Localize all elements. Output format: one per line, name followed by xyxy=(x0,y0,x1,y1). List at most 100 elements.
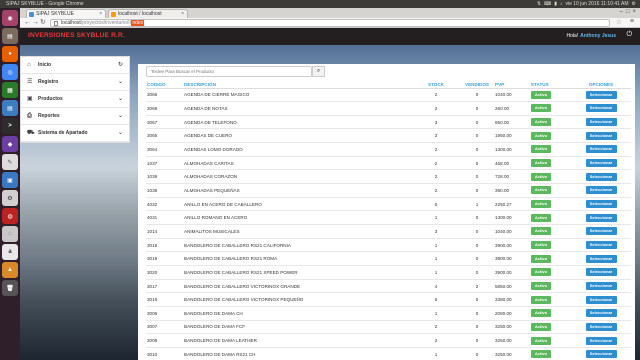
select-button[interactable]: Seleccionar xyxy=(585,104,617,113)
table-row: 3019 BANDOLERO DE CABALLERO RS21 ROMA 1 0 39… xyxy=(146,251,631,267)
table-row: 3010 BANDOLERO DE DAMA RS21 CH 1 0 3250.00 Ac… xyxy=(146,347,631,360)
menu-item-apartado[interactable]: ⛟ Sistema de Apartado ⌄ xyxy=(21,125,129,142)
tab-sipaj[interactable]: SIPAJ SKYBLUE × xyxy=(26,9,106,18)
select-button[interactable]: Seleccionar xyxy=(585,172,617,181)
select-button[interactable]: Seleccionar xyxy=(585,186,617,195)
select-button[interactable]: Seleccionar xyxy=(585,309,617,318)
status-badge: Activo xyxy=(531,145,551,154)
select-button[interactable]: Seleccionar xyxy=(585,336,617,345)
cell-op: Seleccionar xyxy=(571,279,631,294)
url-host: localhost xyxy=(61,20,81,26)
cell-stock: 2 xyxy=(412,156,460,171)
tab-label: SIPAJ SKYBLUE xyxy=(36,11,74,17)
menu-item-reportes[interactable]: ⎙ Reportes ⌄ xyxy=(21,108,129,125)
select-button[interactable]: Seleccionar xyxy=(585,145,617,154)
tab-localhost[interactable]: localhost / localhost × xyxy=(108,9,188,18)
cell-pvp: 1300.00 xyxy=(494,142,530,157)
cell-op: Seleccionar xyxy=(571,183,631,198)
amazon-icon[interactable]: a xyxy=(2,244,18,260)
cell-code: 3008 xyxy=(146,333,183,348)
cell-sold: 0 xyxy=(460,306,494,321)
select-button[interactable]: Seleccionar xyxy=(585,200,617,209)
app-red-icon[interactable]: ◍ xyxy=(2,208,18,224)
battery-icon[interactable]: ▮ xyxy=(554,0,557,8)
menu-item-productos[interactable]: ▣ Productos ⌄ xyxy=(21,91,129,108)
maximize-icon[interactable]: □ xyxy=(626,9,630,15)
menu-item-registro[interactable]: ☰ Registro ⌄ xyxy=(21,74,129,91)
writer-icon[interactable]: ▤ xyxy=(2,100,18,116)
terminal-icon[interactable]: > xyxy=(2,118,18,134)
menu-item-inicio[interactable]: ⌂ Inicio ↻ xyxy=(21,57,129,74)
cell-code: 3067 xyxy=(146,115,183,130)
select-button[interactable]: Seleccionar xyxy=(585,241,617,250)
cell-op: Seleccionar xyxy=(571,292,631,307)
menu-icon[interactable]: ≡ xyxy=(630,18,634,25)
volume-icon[interactable]: ♪ xyxy=(560,0,563,8)
minimize-icon[interactable]: – xyxy=(620,9,623,15)
network-icon[interactable]: ⇅ xyxy=(537,0,541,8)
chrome-icon[interactable]: ◎ xyxy=(2,64,18,80)
firefox-icon[interactable]: ● xyxy=(2,46,18,62)
software-center-icon[interactable]: ▲ xyxy=(2,262,18,278)
select-button[interactable]: Seleccionar xyxy=(585,227,617,236)
select-button[interactable]: Seleccionar xyxy=(585,90,617,99)
cell-status: Activo xyxy=(530,333,571,348)
address-bar: ← → ↻ localhost/proyectos/inventario/Irn… xyxy=(20,18,640,28)
close-window-icon[interactable]: × xyxy=(632,9,636,15)
power-icon[interactable]: ⏻ xyxy=(626,31,632,39)
products-table: CODIGO DESCRIPCIÓN STOCK VENDIDOS PVP ST… xyxy=(146,81,631,360)
cell-sold: 0 xyxy=(460,128,494,144)
table-header-row: CODIGO DESCRIPCIÓN STOCK VENDIDOS PVP ST… xyxy=(146,81,631,89)
search-button[interactable]: ⌕ xyxy=(312,66,325,77)
select-button[interactable]: Seleccionar xyxy=(585,295,617,304)
bookmark-star-icon[interactable]: ☆ xyxy=(616,18,622,26)
clock[interactable]: vie 10 jun 2016 11:10:41 AM xyxy=(566,0,629,8)
select-button[interactable]: Seleccionar xyxy=(585,282,617,291)
status-badge: Activo xyxy=(531,172,551,181)
back-icon[interactable]: ← xyxy=(24,19,31,27)
select-button[interactable]: Seleccionar xyxy=(585,322,617,331)
cell-pvp: 2250.27 xyxy=(494,197,530,212)
close-icon[interactable]: × xyxy=(99,10,102,18)
status-badge: Activo xyxy=(531,282,551,291)
text-editor-icon[interactable]: ✎ xyxy=(2,154,18,170)
url-input[interactable]: localhost/proyectos/inventario/Irndex xyxy=(50,19,610,27)
status-badge: Activo xyxy=(531,118,551,127)
table-row: 3006 BANDOLERO DE DAMA CH 1 0 2080.00 Activo S… xyxy=(146,306,631,321)
cell-code: 3007 xyxy=(146,320,183,335)
reload-icon[interactable]: ↻ xyxy=(40,19,46,27)
select-button[interactable]: Seleccionar xyxy=(585,254,617,263)
settings-icon[interactable]: ⚙ xyxy=(2,190,18,206)
brand-title[interactable]: INVERSIONES SKYBLUE R.R. xyxy=(28,32,125,39)
keyboard-icon[interactable]: ⌨ xyxy=(544,0,551,8)
table-row: 3064 AGENDAS LOMO DORADO 2 0 1300.00 Activo Se… xyxy=(146,142,631,157)
gear-icon[interactable]: ⚙ xyxy=(632,0,636,8)
close-icon[interactable]: × xyxy=(181,10,184,18)
user-name[interactable]: Anthony Jesus xyxy=(580,33,616,39)
disk-icon[interactable]: ◌ xyxy=(2,226,18,242)
spreadsheet-icon[interactable]: ▦ xyxy=(2,82,18,98)
cell-op: Seleccionar xyxy=(571,224,631,239)
box-app-icon[interactable]: ▣ xyxy=(2,172,18,188)
cell-op: Seleccionar xyxy=(571,156,631,171)
trash-icon[interactable]: 🗑 xyxy=(2,280,18,296)
menu-item-label: Sistema de Apartado xyxy=(38,130,88,136)
select-button[interactable]: Seleccionar xyxy=(585,159,617,168)
forward-icon[interactable]: → xyxy=(32,19,39,27)
select-button[interactable]: Seleccionar xyxy=(585,118,617,127)
select-button[interactable]: Seleccionar xyxy=(585,268,617,277)
select-button[interactable]: Seleccionar xyxy=(585,131,617,140)
status-badge: Activo xyxy=(531,322,551,331)
select-button[interactable]: Seleccionar xyxy=(585,213,617,222)
ubuntu-dash-icon[interactable]: ◉ xyxy=(2,10,18,26)
cell-status: Activo xyxy=(530,183,571,198)
cell-stock: 3 xyxy=(412,115,460,130)
cell-desc: AGENDA DE CIERRE MAGICO xyxy=(183,88,412,103)
search-input[interactable] xyxy=(146,66,312,77)
app-icon[interactable]: ◆ xyxy=(2,136,18,152)
cell-op: Seleccionar xyxy=(571,142,631,157)
files-icon[interactable]: ▤ xyxy=(2,28,18,44)
cell-desc: BANDOLERO DE DAMA FCF xyxy=(183,320,412,335)
select-button[interactable]: Seleccionar xyxy=(585,350,617,359)
cell-status: Activo xyxy=(530,238,571,253)
